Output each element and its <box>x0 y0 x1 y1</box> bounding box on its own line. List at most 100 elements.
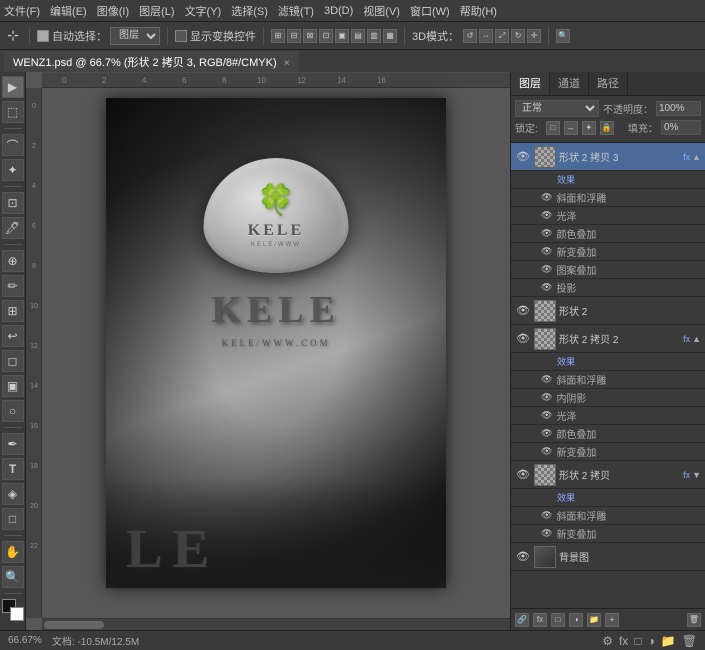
align-top[interactable]: ⊡ <box>319 29 333 43</box>
sub-gloss-1[interactable]: 👁 光泽 <box>511 207 705 225</box>
auto-select-checkbox[interactable] <box>37 30 49 42</box>
delete-layer-btn[interactable]: 🗑 <box>687 613 701 627</box>
3d-pan[interactable]: ⇔ <box>479 29 493 43</box>
tab-close[interactable]: × <box>284 58 290 69</box>
shape-tool[interactable]: □ <box>2 508 24 530</box>
h-scrollbar-thumb[interactable] <box>44 621 104 629</box>
h-scrollbar[interactable] <box>42 618 510 630</box>
blend-mode-select[interactable]: 正常 <box>515 100 599 117</box>
color-area[interactable] <box>2 599 24 621</box>
lock-pixel[interactable]: □ <box>546 121 560 135</box>
magic-wand-tool[interactable]: ✦ <box>2 159 24 181</box>
eraser-tool[interactable]: ◻ <box>2 350 24 372</box>
distribute-v[interactable]: ▦ <box>383 29 397 43</box>
status-icon-3[interactable]: □ <box>634 634 641 648</box>
selection-tool[interactable]: ▶ <box>2 76 24 98</box>
3d-zoom[interactable]: ⤢ <box>495 29 509 43</box>
clone-tool[interactable]: ⊞ <box>2 300 24 322</box>
layer-vis-1[interactable]: 👁 <box>515 149 531 165</box>
status-icon-4[interactable]: ◑ <box>648 634 655 648</box>
tab-paths[interactable]: 路径 <box>589 72 628 95</box>
zoom-tool[interactable]: 🔍 <box>2 566 24 588</box>
brush-tool[interactable]: ✏ <box>2 275 24 297</box>
status-icon-1[interactable]: ⚙ <box>602 634 613 648</box>
search-icon[interactable]: 🔍 <box>556 29 570 43</box>
status-icon-6[interactable]: 🗑 <box>682 634 697 648</box>
dodge-tool[interactable]: ○ <box>2 400 24 422</box>
opacity-input[interactable] <box>656 101 701 116</box>
menu-view[interactable]: 视图(V) <box>363 3 400 19</box>
menu-layer[interactable]: 图层(L) <box>139 3 174 19</box>
sub-bevel-1[interactable]: 👁 斜面和浮雕 <box>511 189 705 207</box>
sub-color-1[interactable]: 👁 颜色叠加 <box>511 225 705 243</box>
path-selection-tool[interactable]: ◈ <box>2 483 24 505</box>
status-icon-2[interactable]: fx <box>619 634 628 648</box>
align-center[interactable]: ⊟ <box>287 29 301 43</box>
menu-select[interactable]: 选择(S) <box>231 3 268 19</box>
3d-move[interactable]: ✛ <box>527 29 541 43</box>
lock-art[interactable]: ✦ <box>582 121 596 135</box>
lock-all[interactable]: 🔒 <box>600 121 614 135</box>
layer-vis-3[interactable]: 👁 <box>515 331 531 347</box>
align-right[interactable]: ⊠ <box>303 29 317 43</box>
move-tool[interactable]: ⊹ <box>4 27 22 45</box>
menu-text[interactable]: 文字(Y) <box>185 3 222 19</box>
sub-grad-3[interactable]: 👁 新变叠加 <box>511 443 705 461</box>
tab-layers[interactable]: 图层 <box>511 72 550 95</box>
menu-file[interactable]: 文件(F) <box>4 3 40 19</box>
align-bottom[interactable]: ▤ <box>351 29 365 43</box>
layer-vis-5[interactable]: 👁 <box>515 549 531 565</box>
menu-help[interactable]: 帮助(H) <box>460 3 497 19</box>
marquee-tool[interactable]: ⬚ <box>2 101 24 123</box>
layer-shape2[interactable]: 👁 形状 2 <box>511 297 705 325</box>
sub-color-3[interactable]: 👁 颜色叠加 <box>511 425 705 443</box>
menu-image[interactable]: 图像(I) <box>97 3 129 19</box>
sub-gloss-3[interactable]: 👁 光泽 <box>511 407 705 425</box>
hand-tool[interactable]: ✋ <box>2 541 24 563</box>
layer-background[interactable]: 👁 背景图 <box>511 543 705 571</box>
new-group-btn[interactable]: 📁 <box>587 613 601 627</box>
status-icon-5[interactable]: 📁 <box>661 634 676 648</box>
auto-select-dropdown[interactable]: 图层 <box>110 27 160 45</box>
sub-bevel-3[interactable]: 👁 斜面和浮雕 <box>511 371 705 389</box>
layer-shape2-copy3[interactable]: 👁 形状 2 拷贝 3 fx ▲ <box>511 143 705 171</box>
sub-grad-4[interactable]: 👁 新变叠加 <box>511 525 705 543</box>
menu-filter[interactable]: 滤镜(T) <box>278 3 314 19</box>
layer-shape2-copy[interactable]: 👁 形状 2 拷贝 fx ▼ <box>511 461 705 489</box>
layer-style-btn[interactable]: fx <box>533 613 547 627</box>
layer-mask-btn[interactable]: □ <box>551 613 565 627</box>
background-color[interactable] <box>10 607 24 621</box>
pen-tool[interactable]: ✒ <box>2 433 24 455</box>
history-brush[interactable]: ↩ <box>2 325 24 347</box>
sub-bevel-4[interactable]: 👁 斜面和浮雕 <box>511 507 705 525</box>
3d-rotate[interactable]: ↺ <box>463 29 477 43</box>
sub-shadow-1[interactable]: 👁 投影 <box>511 279 705 297</box>
healing-tool[interactable]: ⊕ <box>2 250 24 272</box>
layer-vis-2[interactable]: 👁 <box>515 303 531 319</box>
3d-roll[interactable]: ↻ <box>511 29 525 43</box>
document-tab[interactable]: WENZ1.psd @ 66.7% (形状 2 拷贝 3, RGB/8#/CMY… <box>4 51 299 72</box>
eyedropper-tool[interactable]: 🖊 <box>2 217 24 239</box>
new-layer-btn[interactable]: + <box>605 613 619 627</box>
sub-innershadow-3[interactable]: 👁 内阴影 <box>511 389 705 407</box>
sub-effects-3[interactable]: 效果 <box>511 353 705 371</box>
fill-input[interactable] <box>661 120 701 135</box>
sub-pattern-1[interactable]: 👁 图案叠加 <box>511 261 705 279</box>
photoshop-canvas[interactable]: 🍀 KELE KELE/WWW KELE KELE/WWW.COM <box>106 98 446 588</box>
adjustment-btn[interactable]: ◑ <box>569 613 583 627</box>
lasso-tool[interactable]: ⌒ <box>2 134 24 156</box>
layer-shape2-copy2[interactable]: 👁 形状 2 拷贝 2 fx ▲ <box>511 325 705 353</box>
sub-grad-1[interactable]: 👁 新变叠加 <box>511 243 705 261</box>
layer-arrow-1[interactable]: ▲ <box>692 152 701 162</box>
align-middle[interactable]: ▣ <box>335 29 349 43</box>
layer-arrow-4[interactable]: ▼ <box>692 470 701 480</box>
sub-effects-1[interactable]: 效果 <box>511 171 705 189</box>
menu-edit[interactable]: 编辑(E) <box>50 3 87 19</box>
tab-channels[interactable]: 通道 <box>550 72 589 95</box>
link-layers-btn[interactable]: 🔗 <box>515 613 529 627</box>
text-tool[interactable]: T <box>2 458 24 480</box>
crop-tool[interactable]: ⊡ <box>2 192 24 214</box>
menu-3d[interactable]: 3D(D) <box>324 5 353 17</box>
transform-checkbox[interactable] <box>175 30 187 42</box>
distribute-h[interactable]: ▥ <box>367 29 381 43</box>
